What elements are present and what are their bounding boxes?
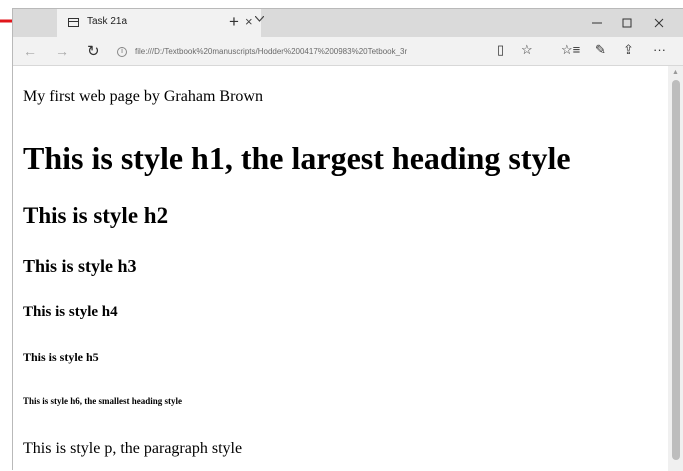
heading-h6: This is style h6, the smallest heading s… [23,396,183,406]
scroll-up-icon[interactable]: ▲ [672,69,679,76]
tab-bar: Task 21a × + [13,9,683,37]
notes-pen-icon[interactable]: ✎ [595,42,606,58]
address-bar[interactable]: i file:///D:/Textbook%20manuscripts/Hodde… [117,42,505,61]
heading-h4: This is style h4 [23,304,118,320]
heading-h2: This is style h2 [23,203,169,228]
share-icon[interactable]: ⇪ [623,42,634,58]
vertical-scrollbar[interactable]: ▲ [668,66,683,471]
favorites-hub-icon[interactable]: ☆≡ [561,42,580,58]
browser-window: Task 21a × + ← → ↻ i file:///D:/Textbook%… [12,8,683,471]
tab-close-button[interactable]: × [245,14,253,29]
close-window-icon[interactable] [653,17,665,29]
maximize-icon[interactable] [621,17,633,29]
heading-h5: This is style h5 [23,350,99,364]
heading-h3: This is style h3 [23,256,137,276]
url-text: file:///D:/Textbook%20manuscripts/Hodder… [135,47,408,56]
address-toolbar: ← → ↻ i file:///D:/Textbook%20manuscripts… [13,37,683,66]
more-menu-icon[interactable]: ··· [653,42,666,57]
back-button[interactable]: ← [23,43,37,59]
intro-paragraph: My first web page by Graham Brown [23,88,263,105]
new-tab-button[interactable]: + [229,12,239,32]
reading-view-icon[interactable]: ▯ [497,42,504,58]
page-content: My first web page by Graham Brown This i… [13,66,668,471]
refresh-button[interactable]: ↻ [87,42,100,60]
tab-page-icon [68,18,79,27]
tab-menu-chevron-icon[interactable] [255,16,264,24]
forward-button[interactable]: → [55,43,69,59]
scrollbar-thumb[interactable] [672,80,680,460]
favorite-star-icon[interactable]: ☆ [521,42,533,58]
paragraph-style-text: This is style p, the paragraph style [23,440,243,457]
heading-h1: This is style h1, the largest heading st… [23,140,571,176]
tab-title: Task 21a [87,16,128,27]
info-icon[interactable]: i [117,46,127,57]
minimize-icon[interactable] [591,17,603,29]
